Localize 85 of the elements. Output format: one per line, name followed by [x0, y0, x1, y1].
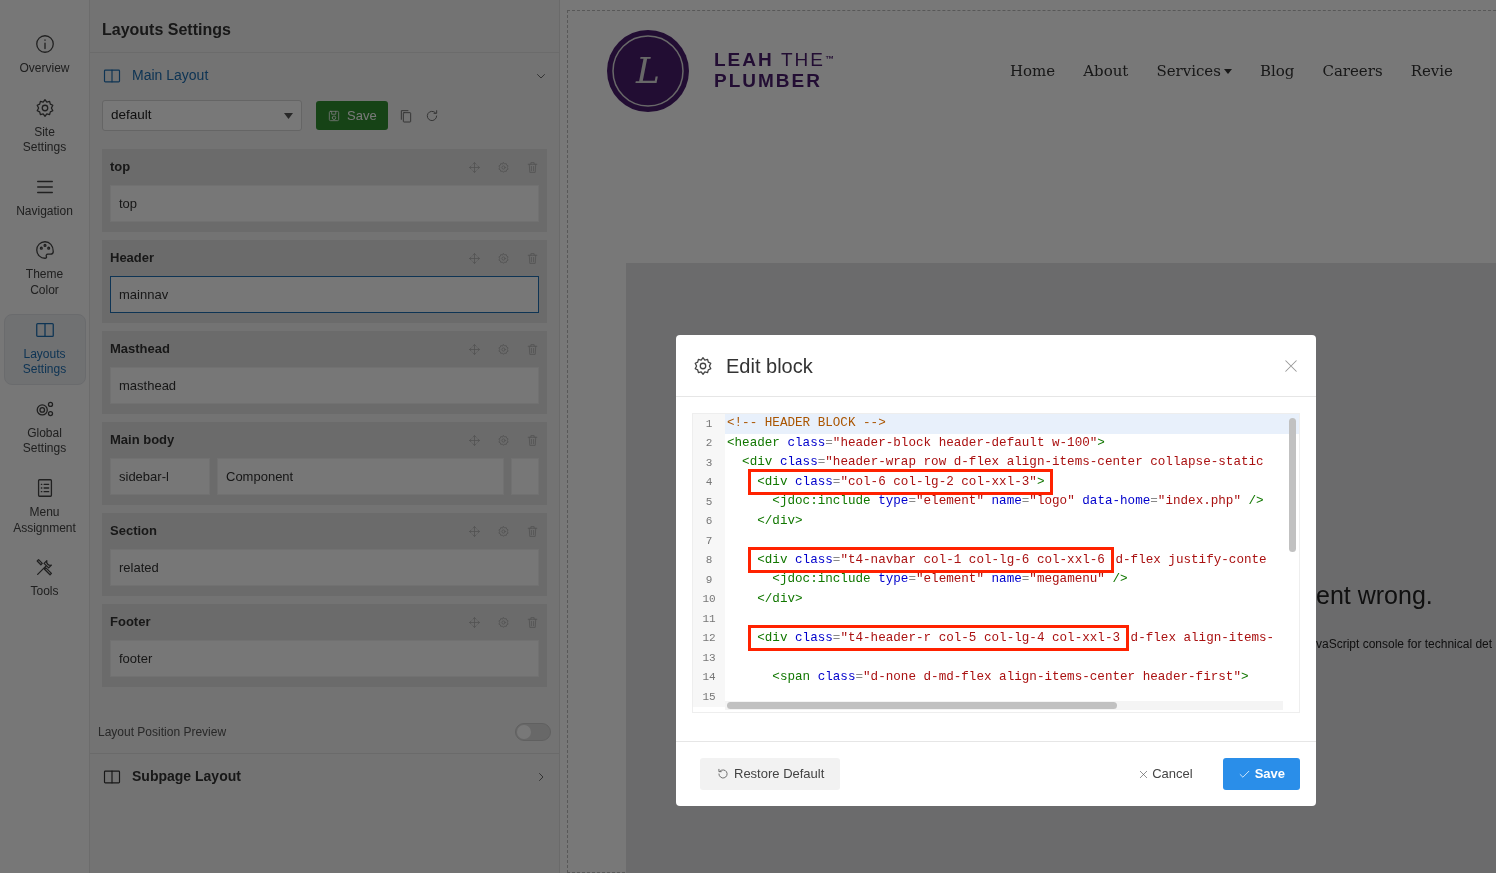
sidebar-item[interactable]: Tools — [3, 551, 86, 607]
logo-emblem: L — [606, 29, 690, 113]
line-number: 11 — [693, 609, 725, 629]
cancel-button[interactable]: Cancel — [1132, 763, 1199, 785]
position-block[interactable]: sidebar-l — [110, 458, 210, 495]
sidebar-item[interactable]: Global Settings — [3, 392, 86, 464]
save-button[interactable]: Save — [1222, 758, 1300, 790]
palette-icon — [33, 239, 56, 262]
logo-text: LEAH THE$^{™}$ PLUMBER — [714, 50, 836, 92]
line-number: 1 — [693, 414, 725, 434]
line-number: 6 — [693, 511, 725, 531]
caret-icon — [284, 112, 293, 119]
line-number: 5 — [693, 492, 725, 512]
code-line: <jdoc:include type="element" name="logo" data-home="index.php" /> — [771, 493, 1264, 511]
sidebar-item[interactable]: Site Settings — [3, 91, 86, 163]
code-line: </div> — [756, 512, 803, 530]
undo-icon — [716, 767, 730, 781]
section-title: top — [110, 158, 132, 177]
scrollbar-thumb[interactable] — [1289, 418, 1296, 552]
save-button[interactable]: Save — [316, 101, 388, 130]
nav-link[interactable]: Home — [1010, 59, 1056, 83]
section-title: Main body — [110, 431, 176, 450]
sidebar-item[interactable]: Theme Color — [3, 234, 86, 306]
scrollbar-thumb[interactable] — [727, 702, 1117, 709]
section-title: Footer — [110, 613, 152, 632]
position-block[interactable]: masthead — [110, 367, 539, 404]
code-line: <header class="header-block header-default w-100"> — [727, 434, 1105, 452]
code-line: <span class="d-none d-md-flex align-items-center header-first"> — [771, 668, 1249, 686]
line-number: 9 — [693, 570, 725, 590]
position-block[interactable]: mainnav — [110, 276, 539, 313]
highlighted-code: <div class="col-6 col-lg-2 col-xxl-3"> — [748, 468, 1054, 495]
code-line: <jdoc:include type="element" name="megamenu" /> — [771, 571, 1128, 589]
preview-label: Layout Position Preview — [98, 724, 227, 741]
highlighted-code: <div class="t4-header-r col-5 col-lg-4 col-xxl-3 — [748, 624, 1130, 651]
sidebar-item[interactable]: Menu Assignment — [3, 471, 86, 544]
layout-select[interactable]: default — [102, 100, 302, 131]
nav-dropdown-link[interactable]: Services — [1156, 59, 1232, 83]
position-block[interactable]: related — [110, 549, 539, 586]
line-number: 12 — [693, 628, 725, 648]
line-number: 8 — [693, 550, 725, 570]
section-title: Section — [110, 522, 158, 541]
move-icon — [468, 251, 481, 265]
nav-link[interactable]: Revie — [1410, 59, 1453, 83]
line-number: 2 — [693, 433, 725, 453]
nav-link[interactable]: About — [1083, 59, 1129, 83]
position-block[interactable]: top — [110, 185, 539, 222]
accordion-header[interactable]: Main Layout — [90, 53, 559, 98]
highlighted-code: <div class="t4-navbar col-1 col-lg-6 col-xxl-6 — [748, 546, 1114, 573]
line-number: 13 — [693, 648, 725, 668]
line-number: 7 — [693, 531, 725, 551]
move-icon — [468, 160, 481, 174]
line-number: 10 — [693, 589, 725, 609]
dialog-title: Edit block — [726, 353, 814, 379]
move-icon — [468, 433, 481, 447]
section-title: Masthead — [110, 340, 171, 359]
nav-link[interactable]: Careers — [1322, 59, 1383, 83]
info-icon — [33, 33, 56, 55]
move-icon — [468, 342, 481, 356]
accordion-header[interactable]: Subpage Layout — [90, 753, 559, 799]
code-editor[interactable] — [692, 413, 1300, 713]
sidebar-item[interactable]: Navigation — [3, 170, 86, 227]
panel-title: Layouts Settings — [90, 0, 559, 53]
section-title: Header — [110, 249, 156, 268]
line-number: 3 — [693, 453, 725, 473]
code-text: d-flex justify-conte — [1114, 552, 1267, 567]
move-icon — [468, 524, 481, 538]
floppy-icon — [327, 108, 341, 123]
error-message: vaScript console for technical det — [1316, 636, 1493, 653]
toggle-switch[interactable] — [515, 723, 551, 741]
settings-icon — [692, 354, 714, 377]
sidebar-item[interactable]: Overview — [3, 28, 86, 84]
position-block[interactable]: footer — [110, 640, 539, 677]
code-line: <!-- HEADER BLOCK --> — [727, 415, 886, 433]
restore-default-button[interactable]: Restore Default — [700, 758, 841, 790]
close-icon — [1138, 768, 1150, 780]
sidebar-item[interactable]: Layouts Settings — [3, 313, 86, 385]
error-heading: ent wrong. — [1316, 580, 1433, 611]
line-number: 14 — [693, 667, 725, 687]
move-icon — [468, 615, 481, 629]
code-text: d-flex align-items- — [1129, 630, 1275, 645]
code-line: </div> — [756, 590, 803, 608]
line-number: 15 — [693, 687, 725, 707]
line-number: 4 — [693, 472, 725, 492]
nav-link[interactable]: Blog — [1259, 59, 1295, 83]
position-block[interactable]: Component — [217, 458, 504, 495]
